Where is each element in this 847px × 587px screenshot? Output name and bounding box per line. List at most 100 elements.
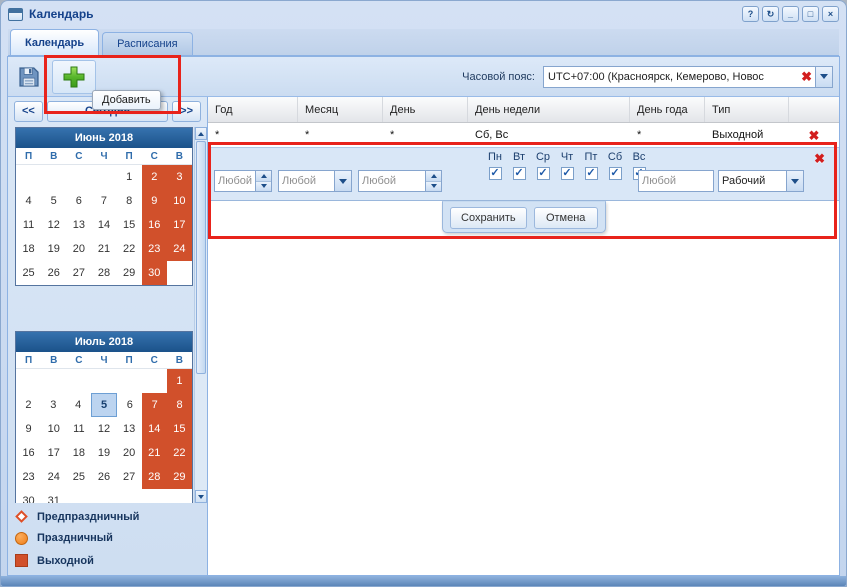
day-cell[interactable]: 11 — [16, 213, 41, 237]
year-spin-down-button[interactable] — [256, 182, 271, 192]
type-dropdown-button[interactable] — [786, 171, 803, 191]
type-input[interactable] — [719, 171, 786, 191]
day-cell[interactable]: 22 — [167, 441, 192, 465]
minimize-button[interactable]: _ — [782, 6, 799, 22]
scroll-up-button[interactable] — [195, 127, 207, 140]
day-cell[interactable]: 14 — [142, 417, 167, 441]
day-spin-up-button[interactable] — [426, 171, 441, 182]
year-spin-up-button[interactable] — [256, 171, 271, 182]
day-cell[interactable]: 28 — [142, 465, 167, 489]
day-cell[interactable]: 27 — [66, 261, 91, 285]
day-cell[interactable]: 1 — [167, 369, 192, 393]
titlebar[interactable]: Календарь ? ↻ _ □ × — [1, 1, 846, 27]
day-cell[interactable]: 22 — [117, 237, 142, 261]
day-cell[interactable]: 26 — [91, 465, 116, 489]
day-cell[interactable]: 18 — [16, 237, 41, 261]
weekday-checkbox-2[interactable]: ✓ — [537, 167, 550, 180]
day-cell[interactable]: 24 — [167, 237, 192, 261]
refresh-button[interactable]: ↻ — [762, 6, 779, 22]
scroll-down-button[interactable] — [195, 490, 207, 503]
day-cell[interactable]: 10 — [167, 189, 192, 213]
weekday-checkbox-5[interactable]: ✓ — [609, 167, 622, 180]
weekday-checkbox-4[interactable]: ✓ — [585, 167, 598, 180]
month-dropdown-button[interactable] — [334, 171, 351, 191]
day-cell[interactable]: 24 — [41, 465, 66, 489]
day-cell[interactable]: 16 — [142, 213, 167, 237]
day-cell[interactable]: 21 — [142, 441, 167, 465]
column-header-year[interactable]: Год — [208, 97, 298, 122]
day-spin-down-button[interactable] — [426, 182, 441, 192]
day-cell[interactable]: 5 — [41, 189, 66, 213]
day-cell[interactable]: 30 — [142, 261, 167, 285]
day-cell[interactable]: 4 — [66, 393, 91, 417]
day-cell[interactable]: 30 — [16, 489, 41, 503]
day-cell[interactable]: 15 — [117, 213, 142, 237]
delete-row-button[interactable]: ✖ — [809, 129, 820, 142]
column-header-day[interactable]: День — [383, 97, 468, 122]
scrollbar-thumb[interactable] — [196, 141, 206, 374]
day-cell[interactable]: 12 — [91, 417, 116, 441]
next-month-button[interactable]: >> — [172, 101, 201, 122]
day-cell[interactable]: 12 — [41, 213, 66, 237]
day-cell[interactable]: 2 — [142, 165, 167, 189]
day-cell[interactable]: 18 — [66, 441, 91, 465]
day-cell[interactable]: 27 — [117, 465, 142, 489]
day-cell[interactable]: 29 — [117, 261, 142, 285]
column-header-yearday[interactable]: День года — [630, 97, 705, 122]
tab-calendar[interactable]: Календарь — [10, 29, 99, 55]
day-cell[interactable]: 14 — [91, 213, 116, 237]
weekday-checkbox-1[interactable]: ✓ — [513, 167, 526, 180]
day-cell[interactable]: 1 — [117, 165, 142, 189]
table-row[interactable]: ***Сб, Вс*Выходной✖ — [208, 123, 839, 147]
day-cell[interactable]: 9 — [142, 189, 167, 213]
column-header-month[interactable]: Месяц — [298, 97, 383, 122]
timezone-combobox[interactable]: UTC+07:00 (Красноярск, Кемерово, Новос ✖ — [543, 66, 833, 88]
day-cell[interactable]: 7 — [142, 393, 167, 417]
calendar-scrollbar[interactable] — [194, 127, 207, 503]
day-cell[interactable]: 2 — [16, 393, 41, 417]
day-cell[interactable]: 21 — [91, 237, 116, 261]
add-button[interactable] — [52, 60, 96, 94]
day-of-year-input[interactable] — [639, 171, 713, 191]
close-button[interactable]: × — [822, 6, 839, 22]
prev-month-button[interactable]: << — [14, 101, 43, 122]
day-cell[interactable]: 17 — [167, 213, 192, 237]
day-cell[interactable]: 29 — [167, 465, 192, 489]
day-input[interactable] — [359, 171, 425, 191]
weekday-checkbox-0[interactable]: ✓ — [489, 167, 502, 180]
column-header-type[interactable]: Тип — [705, 97, 789, 122]
day-cell[interactable]: 3 — [41, 393, 66, 417]
day-cell[interactable]: 26 — [41, 261, 66, 285]
day-cell[interactable]: 23 — [142, 237, 167, 261]
day-cell[interactable]: 9 — [16, 417, 41, 441]
day-cell[interactable]: 31 — [41, 489, 66, 503]
weekday-checkbox-3[interactable]: ✓ — [561, 167, 574, 180]
maximize-button[interactable]: □ — [802, 6, 819, 22]
timezone-clear-icon[interactable]: ✖ — [801, 70, 812, 83]
timezone-dropdown-button[interactable] — [815, 67, 832, 87]
day-cell[interactable]: 19 — [41, 237, 66, 261]
day-cell[interactable]: 25 — [16, 261, 41, 285]
save-row-button[interactable]: Сохранить — [450, 207, 527, 229]
day-cell[interactable]: 5 — [91, 393, 118, 417]
day-cell[interactable]: 3 — [167, 165, 192, 189]
day-cell[interactable]: 23 — [16, 465, 41, 489]
help-button[interactable]: ? — [742, 6, 759, 22]
day-cell[interactable]: 16 — [16, 441, 41, 465]
day-cell[interactable]: 8 — [167, 393, 192, 417]
save-button[interactable] — [14, 62, 44, 92]
day-cell[interactable]: 7 — [91, 189, 116, 213]
day-cell[interactable]: 8 — [117, 189, 142, 213]
column-header-weekday[interactable]: День недели — [468, 97, 630, 122]
day-cell[interactable]: 20 — [66, 237, 91, 261]
day-cell[interactable]: 20 — [117, 441, 142, 465]
day-cell[interactable]: 13 — [66, 213, 91, 237]
month-input[interactable] — [279, 171, 334, 191]
day-cell[interactable]: 4 — [16, 189, 41, 213]
day-cell[interactable]: 6 — [117, 393, 142, 417]
tab-schedules[interactable]: Расписания — [102, 32, 192, 55]
day-cell[interactable]: 6 — [66, 189, 91, 213]
cancel-row-button[interactable]: Отмена — [534, 207, 598, 229]
day-cell[interactable]: 11 — [66, 417, 91, 441]
day-cell[interactable]: 13 — [117, 417, 142, 441]
